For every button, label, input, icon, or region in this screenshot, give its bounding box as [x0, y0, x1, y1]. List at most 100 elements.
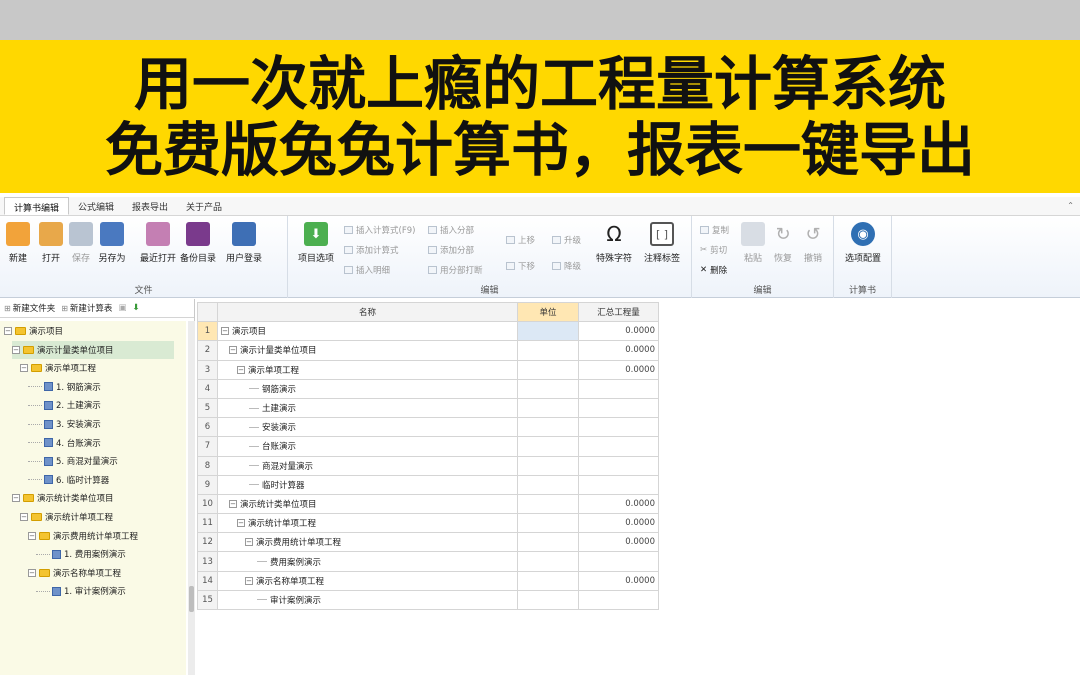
- name-cell[interactable]: 商混对量演示: [217, 455, 518, 476]
- unit-cell[interactable]: [517, 455, 579, 476]
- name-cell[interactable]: − 演示计量类单位项目: [217, 340, 518, 361]
- recent-button[interactable]: 最近打开: [134, 222, 182, 264]
- name-cell[interactable]: 钢筋演示: [217, 378, 518, 399]
- tab-calc-edit[interactable]: 计算书编辑: [4, 197, 70, 215]
- unit-cell[interactable]: [517, 378, 579, 399]
- collapse-toggle-icon[interactable]: −: [20, 364, 28, 373]
- tree-doc-item[interactable]: 5. 商混对量演示: [28, 452, 118, 470]
- tree-doc-item[interactable]: 1. 审计案例演示: [36, 582, 126, 600]
- tab-formula-edit[interactable]: 公式编辑: [69, 197, 123, 215]
- row-number[interactable]: 15: [197, 589, 218, 611]
- col-header-name[interactable]: 名称: [217, 301, 518, 323]
- table-row[interactable]: 14− 演示名称单项工程 0.0000: [197, 570, 659, 591]
- row-number[interactable]: 6: [197, 417, 218, 438]
- collapse-icon[interactable]: ▣: [118, 303, 126, 313]
- row-number[interactable]: 11: [197, 513, 218, 534]
- insert-part-button[interactable]: 插入分部: [428, 224, 474, 236]
- table-row[interactable]: 6 安装演示: [197, 417, 659, 438]
- move-down-button[interactable]: 下移: [506, 260, 535, 272]
- cut-button[interactable]: ✂ 剪切: [700, 244, 727, 256]
- tree-doc-item[interactable]: 1. 钢筋演示: [28, 378, 101, 396]
- name-cell[interactable]: 土建演示: [217, 397, 518, 419]
- insert-detail-button[interactable]: 插入明细: [344, 264, 390, 276]
- table-row[interactable]: 8 商混对量演示: [197, 455, 659, 476]
- unit-cell[interactable]: [517, 493, 579, 515]
- paste-button[interactable]: 粘贴: [738, 222, 768, 264]
- collapse-toggle-icon[interactable]: −: [245, 576, 253, 585]
- name-cell[interactable]: 审计案例演示: [217, 589, 518, 611]
- table-row[interactable]: 12− 演示费用统计单项工程 0.0000: [197, 532, 659, 553]
- tab-report-export[interactable]: 报表导出: [123, 197, 177, 215]
- row-number[interactable]: 12: [197, 532, 218, 553]
- tree-doc-item[interactable]: 3. 安装演示: [28, 415, 101, 433]
- table-row[interactable]: 3− 演示单项工程 0.0000: [197, 359, 659, 380]
- add-formula-button[interactable]: 添加计算式: [344, 244, 399, 256]
- name-cell[interactable]: − 演示费用统计单项工程: [217, 532, 518, 553]
- table-row[interactable]: 2− 演示计量类单位项目 0.0000: [197, 340, 659, 361]
- unit-cell[interactable]: [517, 474, 579, 495]
- all-part-print-button[interactable]: 用分部打断: [428, 264, 483, 276]
- unit-cell[interactable]: [517, 340, 579, 361]
- unit-cell[interactable]: [517, 417, 579, 438]
- collapse-toggle-icon[interactable]: −: [237, 365, 245, 374]
- tree-folder-item[interactable]: − 演示计量类单位项目: [12, 340, 174, 359]
- tree-scrollbar[interactable]: [188, 321, 195, 675]
- tree-folder-item[interactable]: − 演示统计单项工程: [20, 508, 113, 526]
- name-cell[interactable]: − 演示项目: [217, 321, 518, 342]
- name-cell[interactable]: − 演示单项工程: [217, 359, 518, 380]
- collapse-toggle-icon[interactable]: −: [12, 345, 20, 354]
- save-as-button[interactable]: 另存为: [94, 222, 130, 264]
- table-row[interactable]: 7 台账演示: [197, 436, 659, 457]
- name-cell[interactable]: 费用案例演示: [217, 551, 518, 572]
- name-cell[interactable]: 台账演示: [217, 436, 518, 457]
- collapse-toggle-icon[interactable]: −: [229, 499, 237, 508]
- collapse-toggle-icon[interactable]: −: [20, 513, 28, 521]
- tree-folder-item[interactable]: − 演示统计类单位项目: [12, 489, 114, 507]
- table-row[interactable]: 9 临时计算器: [197, 474, 659, 495]
- name-cell[interactable]: − 演示统计类单位项目: [217, 493, 518, 515]
- tab-about[interactable]: 关于产品: [177, 197, 231, 215]
- new-calc-button[interactable]: ⊞ 新建计算表: [61, 302, 112, 315]
- unit-cell[interactable]: [517, 513, 579, 534]
- col-header-unit[interactable]: 单位: [517, 301, 579, 323]
- tree-folder-item[interactable]: − 演示项目: [4, 322, 63, 340]
- row-number[interactable]: 4: [197, 378, 218, 399]
- tree-folder-item[interactable]: − 演示单项工程: [20, 359, 96, 377]
- name-cell[interactable]: − 演示名称单项工程: [217, 570, 518, 591]
- row-number[interactable]: 5: [197, 397, 218, 419]
- row-number[interactable]: 14: [197, 570, 218, 591]
- unit-cell[interactable]: [517, 359, 579, 380]
- insert-formula-button[interactable]: 插入计算式(F9): [344, 224, 415, 236]
- download-icon[interactable]: ⬇: [132, 303, 139, 313]
- name-cell[interactable]: − 演示统计单项工程: [217, 513, 518, 534]
- row-number[interactable]: 13: [197, 551, 218, 572]
- unit-cell[interactable]: [517, 436, 579, 457]
- move-up-button[interactable]: 上移: [506, 234, 535, 246]
- col-header-total[interactable]: 汇总工程量: [578, 301, 659, 323]
- add-part-button[interactable]: 添加分部: [428, 244, 474, 256]
- annotation-button[interactable]: [ ] 注释标签: [640, 222, 684, 264]
- tree-doc-item[interactable]: 2. 土建演示: [28, 396, 101, 414]
- new-folder-button[interactable]: ⊞ 新建文件夹: [4, 302, 55, 315]
- tree-doc-item[interactable]: 6. 临时计算器: [28, 471, 109, 489]
- collapse-toggle-icon[interactable]: −: [28, 531, 36, 540]
- table-row[interactable]: 5 土建演示: [197, 397, 659, 419]
- table-row[interactable]: 1− 演示项目 0.0000: [197, 321, 659, 342]
- unit-cell[interactable]: [517, 397, 579, 419]
- user-button[interactable]: 用户登录: [226, 222, 262, 264]
- table-row[interactable]: 15 审计案例演示: [197, 589, 659, 611]
- row-number[interactable]: 2: [197, 340, 218, 361]
- special-char-button[interactable]: Ω 特殊字符: [592, 222, 636, 264]
- copy-button[interactable]: 复制: [700, 224, 729, 236]
- backup-button[interactable]: 备份目录: [180, 222, 216, 264]
- undo-button[interactable]: ↺ 撤销: [798, 222, 828, 265]
- collapse-toggle-icon[interactable]: −: [229, 346, 237, 355]
- name-cell[interactable]: 安装演示: [217, 417, 518, 438]
- row-number[interactable]: 9: [197, 474, 218, 495]
- unit-cell[interactable]: [517, 551, 579, 572]
- unit-cell[interactable]: [517, 589, 579, 611]
- unit-cell[interactable]: [517, 570, 579, 591]
- delete-button[interactable]: ✕ 删除: [700, 264, 727, 276]
- upgrade-button[interactable]: 升级: [552, 234, 581, 246]
- collapse-toggle-icon[interactable]: −: [4, 327, 12, 335]
